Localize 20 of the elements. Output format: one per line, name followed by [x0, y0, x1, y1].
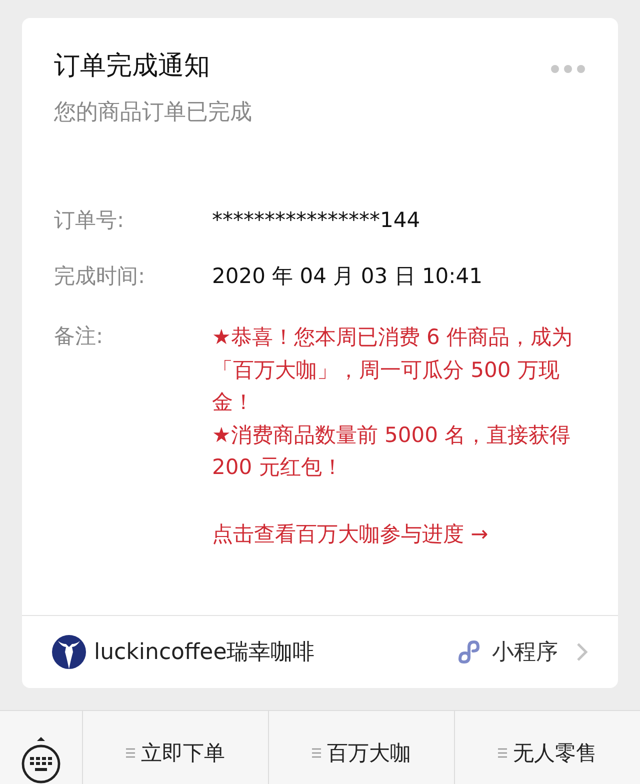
menu-icon — [126, 748, 135, 758]
deer-logo-icon — [52, 635, 86, 669]
brand-name[interactable]: luckincoffee瑞幸咖啡 — [94, 637, 456, 667]
link-icon — [456, 639, 482, 665]
field-label: 订单号: — [54, 207, 126, 234]
card-title: 订单完成通知 — [54, 50, 210, 83]
progress-link[interactable]: 点击查看百万大咖参与进度 → — [212, 518, 586, 550]
field-label: 完成时间: — [54, 263, 146, 290]
field-label: 备注: — [54, 323, 104, 350]
card-subtitle: 您的商品订单已完成 — [53, 99, 253, 127]
more-icon[interactable] — [550, 64, 586, 74]
mini-program-label[interactable]: 小程序 — [492, 637, 558, 667]
field-value: ****************144 — [212, 207, 420, 234]
note-text: ★消费商品数量前 5000 名，直接获得 200 元红包！ — [212, 422, 572, 481]
keyboard-icon[interactable] — [21, 736, 61, 784]
menu-icon — [312, 748, 321, 758]
field-value: 2020 年 04 月 03 日 10:41 — [212, 263, 482, 290]
menu-icon — [498, 748, 507, 758]
note-text: ★恭喜！您本周已消费 6 件商品，成为「百万大咖」，周一可瓜分 500 万现金！ — [212, 324, 574, 416]
chevron-right-icon[interactable] — [576, 642, 588, 662]
